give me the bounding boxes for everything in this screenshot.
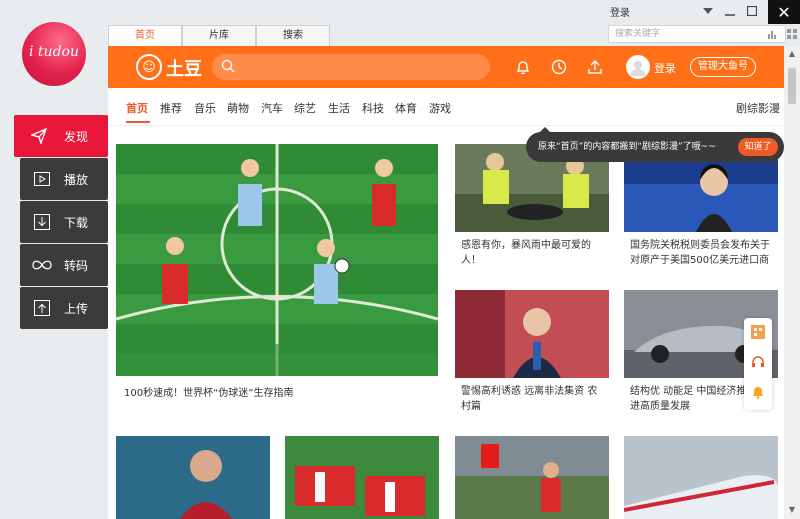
- headset-icon[interactable]: [750, 354, 766, 370]
- category-sports[interactable]: 体育: [395, 100, 417, 116]
- video-card[interactable]: [116, 436, 270, 519]
- video-card[interactable]: [455, 436, 609, 519]
- category-nav: 首页 推荐 音乐 萌物 汽车 综艺 生活 科技 体育 游戏 剧综影漫: [108, 88, 784, 126]
- download-icon: [20, 214, 64, 230]
- upload-icon[interactable]: [586, 58, 604, 76]
- rail-item-discover[interactable]: 发现: [14, 115, 108, 157]
- category-tech[interactable]: 科技: [362, 100, 384, 116]
- tooltip-text: 原来“首页”的内容都搬到“剧综影漫”了哦~~: [538, 142, 716, 152]
- floating-toolbar: [744, 318, 772, 410]
- bar-chart-icon[interactable]: [764, 26, 780, 42]
- rail-item-transcode[interactable]: 转码: [20, 244, 108, 286]
- app-sidebar: i tudou 发现 播放 下载 转码 上传: [0, 0, 108, 519]
- dropdown-icon[interactable]: [700, 3, 716, 19]
- category-games[interactable]: 游戏: [429, 100, 451, 116]
- featured-video-card[interactable]: 100秒速成！世界杯“伪球迷”生存指南: [116, 144, 438, 420]
- scroll-thumb[interactable]: [788, 68, 796, 104]
- category-active-indicator: [126, 121, 150, 123]
- category-home[interactable]: 首页: [126, 100, 148, 116]
- upload-icon: [20, 300, 64, 316]
- search-icon: [221, 59, 235, 76]
- clock-icon[interactable]: [550, 58, 568, 76]
- category-music[interactable]: 音乐: [194, 100, 216, 116]
- video-caption[interactable]: 感恩有你，暴风雨中最可爱的人！: [461, 238, 605, 268]
- featured-video-thumbnail[interactable]: [116, 144, 438, 376]
- video-thumbnail[interactable]: [116, 436, 270, 519]
- video-caption[interactable]: 结构优 动能足 中国经济推进高质量发展: [630, 384, 754, 414]
- category-auto[interactable]: 汽车: [261, 100, 283, 116]
- video-thumbnail[interactable]: [285, 436, 439, 519]
- video-card[interactable]: 警惕高利诱惑 远离非法集资 农村篇: [455, 290, 609, 420]
- tooltip-dismiss-button[interactable]: 知道了: [738, 138, 778, 156]
- video-thumbnail[interactable]: [624, 436, 778, 519]
- paper-plane-icon: [14, 128, 64, 144]
- vertical-scrollbar[interactable]: ▲ ▼: [784, 46, 800, 519]
- brand-name[interactable]: 土豆: [166, 55, 202, 81]
- category-variety[interactable]: 综艺: [294, 100, 316, 116]
- rail-item-play[interactable]: 播放: [20, 158, 108, 200]
- infinity-icon: [20, 259, 64, 271]
- main-content: ☺ 土豆 登录 管理大鱼号 首页 推荐 音乐 萌物 汽车 综艺 生活 科技 体育: [108, 46, 784, 519]
- rail-item-label: 上传: [64, 301, 89, 316]
- scroll-up-icon[interactable]: ▲: [788, 50, 796, 58]
- window-login-link[interactable]: 登录: [610, 4, 630, 19]
- category-recommend[interactable]: 推荐: [160, 100, 182, 116]
- tudou-face-icon: ☺: [136, 54, 162, 80]
- rail-item-label: 下载: [64, 215, 89, 230]
- featured-video-caption[interactable]: 100秒速成！世界杯“伪球迷”生存指南: [124, 386, 430, 401]
- logo-text: i tudou: [29, 44, 79, 60]
- scroll-down-icon[interactable]: ▼: [788, 506, 796, 514]
- video-card[interactable]: [624, 436, 778, 519]
- close-button[interactable]: ✕: [768, 0, 800, 24]
- tudou-logo[interactable]: i tudou: [22, 22, 86, 86]
- video-card[interactable]: [285, 436, 439, 519]
- window-topbar: 首页 片库 搜索 登录 ✕ 搜索关键字: [108, 0, 800, 46]
- video-card[interactable]: 感恩有你，暴风雨中最可爱的人！: [455, 144, 609, 274]
- site-header: ☺ 土豆 登录 管理大鱼号: [108, 46, 784, 88]
- rail-item-label: 转码: [64, 258, 89, 273]
- rail-item-upload[interactable]: 上传: [20, 287, 108, 329]
- grid-icon[interactable]: [784, 26, 800, 42]
- rail-item-download[interactable]: 下载: [20, 201, 108, 243]
- video-caption[interactable]: 警惕高利诱惑 远离非法集资 农村篇: [461, 384, 605, 414]
- category-pets[interactable]: 萌物: [227, 100, 249, 116]
- qr-code-icon[interactable]: [750, 324, 766, 340]
- window-search-input[interactable]: 搜索关键字: [608, 25, 786, 43]
- avatar[interactable]: [626, 55, 650, 79]
- play-icon: [20, 172, 64, 186]
- tab-library[interactable]: 片库: [182, 25, 256, 46]
- main-search-input[interactable]: [212, 54, 490, 80]
- bell-icon[interactable]: [514, 58, 532, 76]
- video-card[interactable]: 国务院关税税则委员会发布关于对原产于美国500亿美元进口商: [624, 144, 778, 274]
- tab-search[interactable]: 搜索: [256, 25, 330, 46]
- video-thumbnail[interactable]: [455, 290, 609, 378]
- category-life[interactable]: 生活: [328, 100, 350, 116]
- maximize-icon[interactable]: [744, 3, 760, 19]
- video-caption[interactable]: 国务院关税税则委员会发布关于对原产于美国500亿美元进口商: [630, 238, 774, 268]
- notice-tooltip: 原来“首页”的内容都搬到“剧综影漫”了哦~~ 知道了: [526, 127, 784, 162]
- video-thumbnail[interactable]: [455, 436, 609, 519]
- rail-item-label: 播放: [64, 172, 89, 187]
- category-drama[interactable]: 剧综影漫: [736, 100, 780, 116]
- bell-icon[interactable]: [750, 384, 766, 400]
- header-login-link[interactable]: 登录: [654, 60, 676, 76]
- tooltip-arrow: [540, 127, 550, 132]
- rail-item-label: 发现: [64, 129, 89, 144]
- manage-account-button[interactable]: 管理大鱼号: [690, 57, 756, 77]
- tab-home[interactable]: 首页: [108, 25, 182, 46]
- minimize-icon[interactable]: [722, 3, 738, 19]
